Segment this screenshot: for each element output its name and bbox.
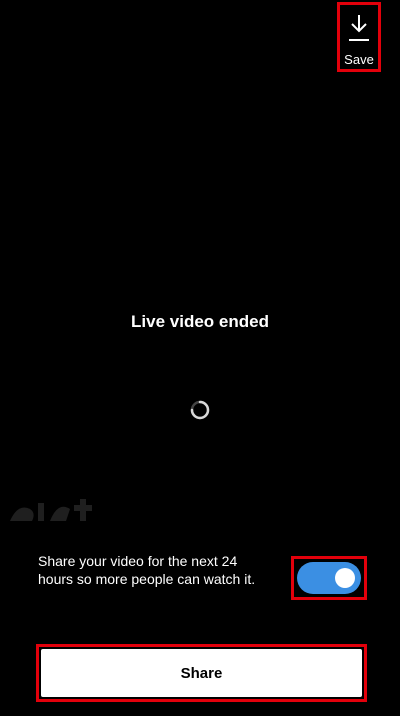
share-24h-toggle[interactable] [297, 562, 361, 594]
toggle-knob [335, 568, 355, 588]
save-button[interactable]: Save [337, 2, 381, 72]
live-video-ended-title: Live video ended [131, 312, 269, 331]
loading-spinner-icon [190, 400, 210, 420]
download-icon [349, 15, 369, 41]
share-button-frame[interactable]: Share [36, 644, 367, 702]
save-label: Save [344, 52, 374, 67]
share-button[interactable]: Share [41, 649, 362, 697]
live-ended-screen: Save Live video ended Share your video f… [0, 0, 400, 716]
share-toggle-frame[interactable] [291, 556, 367, 600]
share-description: Share your video for the next 24 hours s… [38, 553, 256, 587]
watermark-logo [10, 499, 92, 521]
